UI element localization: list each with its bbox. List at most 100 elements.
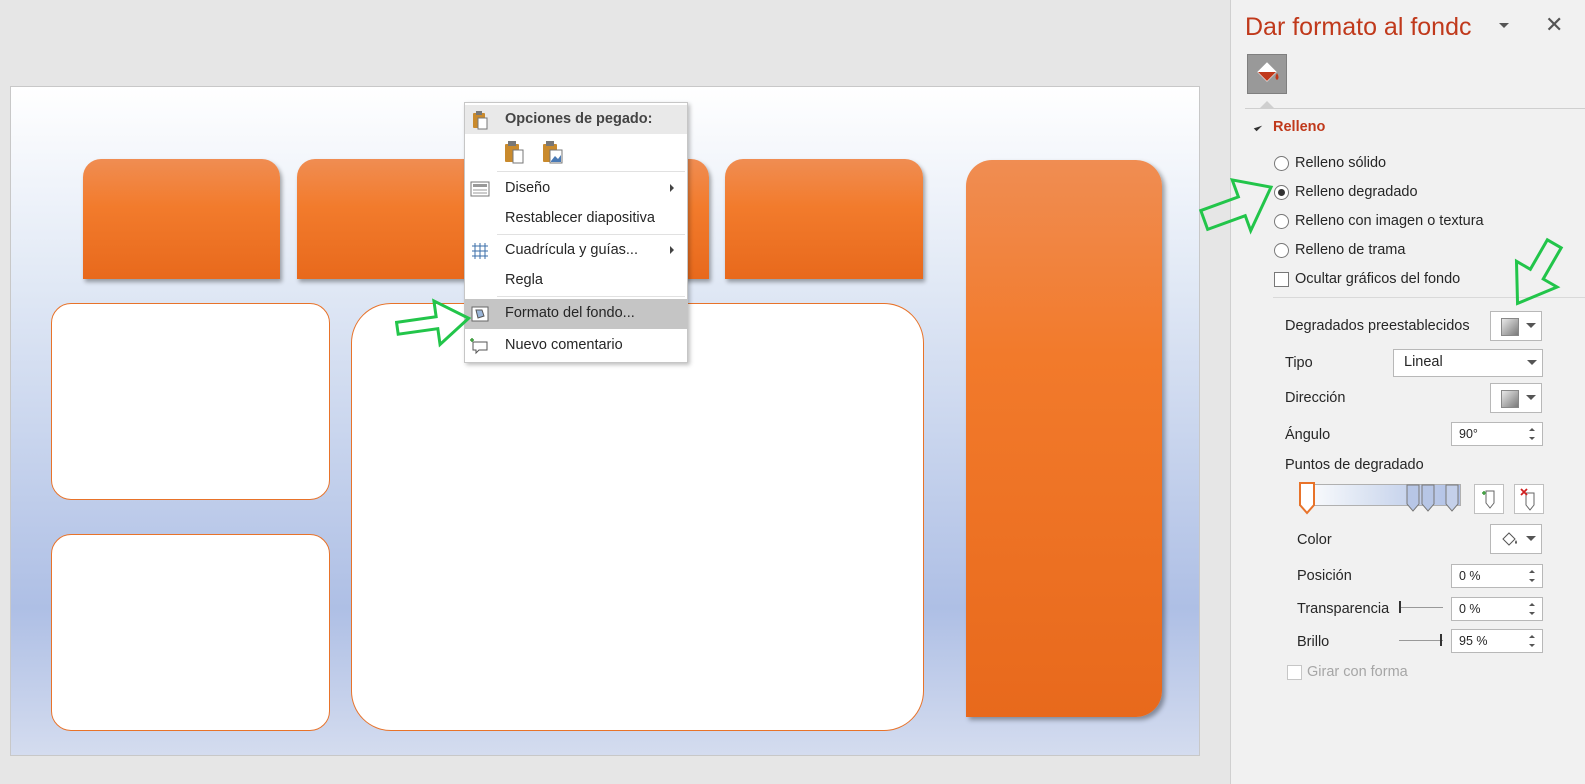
add-gradient-stop-button[interactable] bbox=[1474, 484, 1504, 514]
brightness-value: 95 % bbox=[1459, 634, 1488, 648]
spin-down-icon[interactable] bbox=[1529, 612, 1535, 615]
paste-options-header: Opciones de pegado: bbox=[465, 105, 687, 134]
section-collapse-icon[interactable] bbox=[1253, 122, 1263, 132]
color-dropdown[interactable] bbox=[1490, 524, 1542, 554]
menu-item-format-background-label: Formato del fondo... bbox=[505, 305, 635, 321]
menu-item-design-label: Diseño bbox=[505, 180, 551, 196]
menu-item-design[interactable]: Diseño bbox=[465, 174, 687, 204]
chevron-down-icon bbox=[1526, 536, 1536, 541]
spin-up-icon[interactable] bbox=[1529, 603, 1535, 606]
gradient-swatch-icon bbox=[1501, 318, 1519, 336]
menu-item-format-background[interactable]: Formato del fondo... bbox=[465, 299, 687, 329]
gradient-stops-bar[interactable] bbox=[1299, 484, 1461, 506]
clipboard-icon bbox=[470, 110, 490, 130]
green-arrow-annotation-gradient bbox=[1198, 178, 1274, 235]
green-arrow-annotation-menu bbox=[395, 298, 472, 348]
menu-item-reset-slide[interactable]: Restablecer diapositiva bbox=[465, 204, 687, 234]
chevron-down-icon bbox=[1526, 395, 1536, 400]
direction-dropdown[interactable] bbox=[1490, 383, 1542, 413]
position-value: 0 % bbox=[1459, 569, 1481, 583]
pane-title: Dar formato al fondc bbox=[1245, 13, 1472, 41]
position-label: Posición bbox=[1297, 568, 1352, 584]
spin-down-icon[interactable] bbox=[1529, 437, 1535, 440]
type-label: Tipo bbox=[1285, 355, 1313, 371]
hide-background-checkbox[interactable] bbox=[1274, 272, 1289, 287]
format-background-pane: Dar formato al fondc ✕ Relleno Relleno s… bbox=[1230, 0, 1585, 784]
presets-label: Degradados preestablecidos bbox=[1285, 318, 1470, 334]
section-title-fill[interactable]: Relleno bbox=[1273, 119, 1325, 135]
paste-icon bbox=[505, 141, 524, 164]
spin-up-icon[interactable] bbox=[1529, 428, 1535, 431]
solid-fill-label[interactable]: Relleno sólido bbox=[1295, 155, 1386, 171]
slide-white-box-3[interactable] bbox=[351, 303, 924, 731]
paint-bucket-icon bbox=[1257, 62, 1279, 82]
slider-thumb[interactable] bbox=[1399, 601, 1401, 613]
radio-pattern-fill[interactable] bbox=[1274, 243, 1289, 258]
direction-swatch-icon bbox=[1501, 390, 1519, 408]
menu-item-grid-guides[interactable]: Cuadrícula y guías... bbox=[465, 236, 687, 266]
angle-value: 90° bbox=[1459, 427, 1478, 441]
type-select-value: Lineal bbox=[1404, 354, 1443, 370]
transparency-slider[interactable] bbox=[1399, 600, 1443, 614]
menu-item-reset-slide-label: Restablecer diapositiva bbox=[505, 210, 655, 226]
gradient-stop-3[interactable] bbox=[1420, 483, 1436, 513]
direction-label: Dirección bbox=[1285, 390, 1346, 406]
transparency-spinner[interactable]: 0 % bbox=[1451, 597, 1543, 621]
brightness-slider[interactable] bbox=[1399, 633, 1443, 647]
spin-up-icon[interactable] bbox=[1529, 635, 1535, 638]
slide-white-box-1[interactable] bbox=[51, 303, 330, 500]
spin-down-icon[interactable] bbox=[1529, 644, 1535, 647]
hide-background-label[interactable]: Ocultar gráficos del fondo bbox=[1295, 271, 1460, 287]
slide-orange-sidebar[interactable] bbox=[966, 160, 1162, 717]
menu-item-ruler[interactable]: Regla bbox=[465, 266, 687, 296]
pattern-fill-label[interactable]: Relleno de trama bbox=[1295, 242, 1405, 258]
transparency-value: 0 % bbox=[1459, 602, 1481, 616]
submenu-arrow-icon bbox=[670, 184, 674, 192]
slide-orange-tab-3[interactable] bbox=[725, 159, 923, 279]
slide-orange-tab-1[interactable] bbox=[83, 159, 280, 279]
angle-label: Ángulo bbox=[1285, 427, 1331, 443]
menu-item-grid-guides-label: Cuadrícula y guías... bbox=[505, 242, 638, 258]
spin-down-icon[interactable] bbox=[1529, 579, 1535, 582]
menu-item-ruler-label: Regla bbox=[505, 272, 543, 288]
color-label: Color bbox=[1297, 532, 1332, 548]
spin-up-icon[interactable] bbox=[1529, 570, 1535, 573]
transparency-label: Transparencia bbox=[1297, 601, 1390, 617]
green-arrow-annotation-presets bbox=[1514, 237, 1564, 306]
add-stop-icon bbox=[1482, 490, 1495, 509]
slider-thumb[interactable] bbox=[1440, 634, 1442, 646]
paste-options-label: Opciones de pegado: bbox=[505, 111, 653, 127]
position-spinner[interactable]: 0 % bbox=[1451, 564, 1543, 588]
paste-picture-icon bbox=[543, 141, 563, 164]
gradient-stop-2[interactable] bbox=[1405, 483, 1421, 513]
context-menu: Opciones de pegado: Diseño Restablecer d… bbox=[464, 102, 688, 363]
close-icon[interactable]: ✕ bbox=[1545, 12, 1563, 38]
submenu-arrow-icon bbox=[670, 246, 674, 254]
angle-spinner[interactable]: 90° bbox=[1451, 422, 1543, 446]
menu-item-new-comment[interactable]: Nuevo comentario bbox=[465, 331, 687, 361]
rotate-with-shape-label: Girar con forma bbox=[1307, 664, 1408, 680]
brightness-label: Brillo bbox=[1297, 634, 1330, 650]
remove-gradient-stop-button[interactable] bbox=[1514, 484, 1544, 514]
gradient-stop-selected[interactable] bbox=[1298, 481, 1316, 515]
chevron-down-icon bbox=[1527, 360, 1537, 365]
gradient-fill-label[interactable]: Relleno degradado bbox=[1295, 184, 1418, 200]
slide-white-box-2[interactable] bbox=[51, 534, 330, 731]
brightness-spinner[interactable]: 95 % bbox=[1451, 629, 1543, 653]
menu-item-new-comment-label: Nuevo comentario bbox=[505, 337, 623, 353]
chevron-down-icon bbox=[1526, 323, 1536, 328]
paint-bucket-icon bbox=[1502, 532, 1517, 546]
gradient-stop-4[interactable] bbox=[1444, 483, 1460, 513]
rotate-with-shape-checkbox[interactable] bbox=[1287, 665, 1302, 680]
paste-as-picture-button[interactable] bbox=[541, 140, 565, 166]
fill-tab-button[interactable] bbox=[1247, 54, 1287, 94]
radio-solid-fill[interactable] bbox=[1274, 156, 1289, 171]
type-select[interactable]: Lineal bbox=[1393, 349, 1543, 377]
layout-icon bbox=[470, 179, 490, 199]
gradient-stops-label: Puntos de degradado bbox=[1285, 457, 1424, 473]
pane-options-chevron-down-icon[interactable] bbox=[1499, 23, 1509, 28]
picture-fill-label[interactable]: Relleno con imagen o textura bbox=[1295, 213, 1484, 229]
remove-stop-icon bbox=[1520, 488, 1535, 511]
grid-icon bbox=[470, 241, 490, 261]
paste-keep-format-button[interactable] bbox=[503, 140, 527, 166]
